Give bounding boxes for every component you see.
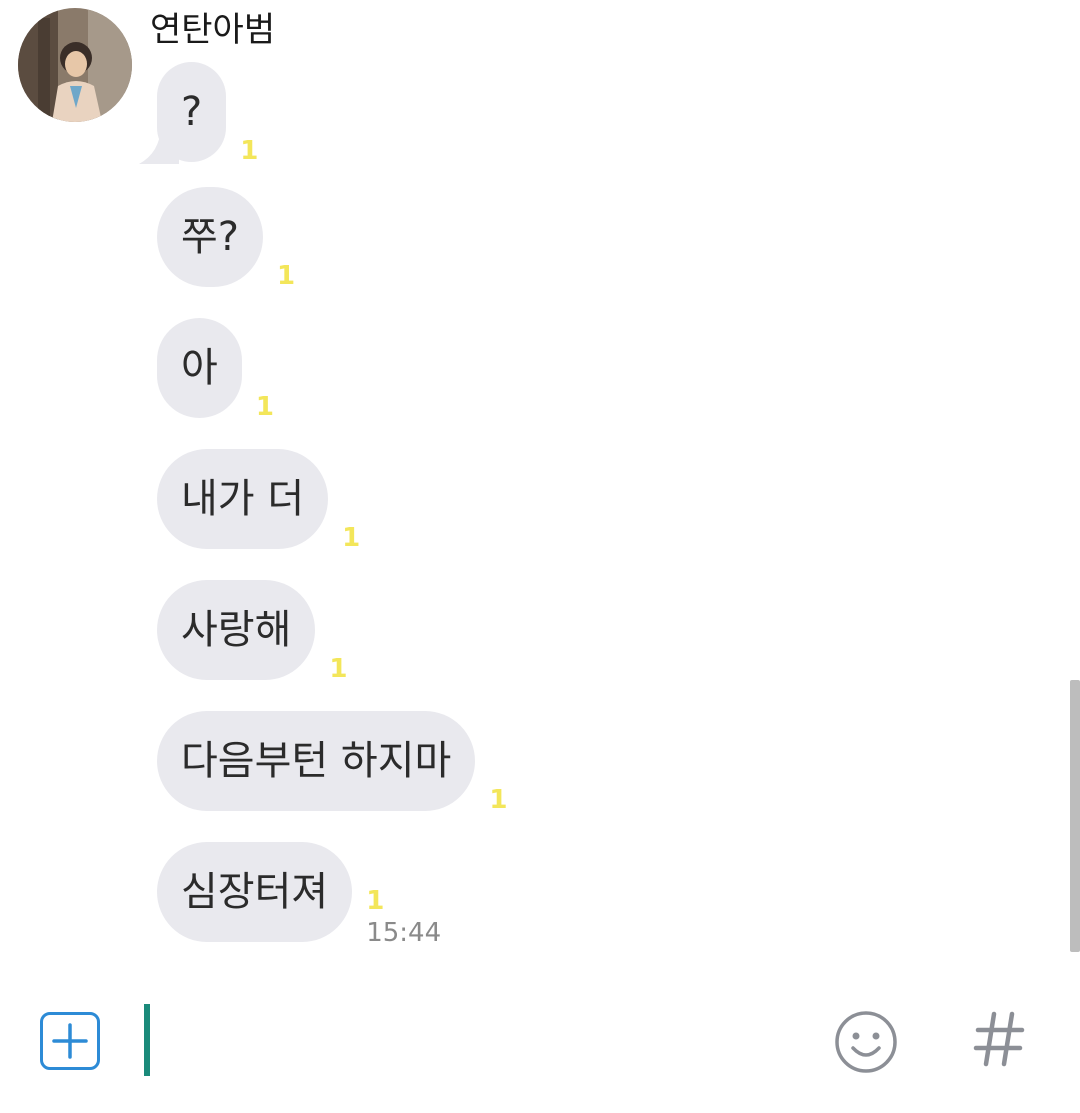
message-meta: 1 xyxy=(342,523,360,553)
message-text: 내가 더 xyxy=(181,476,305,522)
unread-count: 1 xyxy=(240,136,259,166)
message-timestamp: 15:44 xyxy=(366,918,442,948)
plus-square-icon xyxy=(52,1023,88,1059)
message-bubble[interactable]: 심장터져 xyxy=(157,842,353,942)
message-bubble[interactable]: 내가 더 xyxy=(157,449,329,549)
bubble-tail xyxy=(139,124,179,164)
attach-button[interactable] xyxy=(40,1012,100,1070)
message-row: 내가 더 1 xyxy=(157,449,360,553)
message-text: 쭈? xyxy=(181,214,240,260)
sender-avatar[interactable] xyxy=(18,8,132,122)
message-row: ? 1 xyxy=(139,62,258,166)
unread-count: 1 xyxy=(255,392,274,422)
message-row: 아 1 xyxy=(157,318,274,422)
message-meta: 1 xyxy=(240,136,258,166)
message-row: 쭈? 1 xyxy=(157,187,295,291)
sender-name: 연탄아범 xyxy=(150,10,276,50)
message-meta: 1 xyxy=(329,654,347,684)
message-list[interactable]: 연탄아범 ? 1 쭈? 1 아 1 내가 더 1 사랑해 1 다음부턴 하지마 … xyxy=(0,0,1060,980)
message-text: ? xyxy=(181,89,203,135)
message-text: 심장터져 xyxy=(181,869,329,915)
message-bubble[interactable]: 아 xyxy=(157,318,242,418)
message-text: 다음부턴 하지마 xyxy=(181,738,452,784)
scrollbar[interactable] xyxy=(1070,680,1080,952)
message-meta: 1 15:44 xyxy=(366,886,441,948)
message-bubble[interactable]: 쭈? xyxy=(157,187,264,287)
emoji-button[interactable] xyxy=(834,1010,898,1074)
message-meta: 1 xyxy=(256,392,274,422)
hashtag-button[interactable] xyxy=(972,1008,1026,1070)
message-meta: 1 xyxy=(277,261,295,291)
unread-count: 1 xyxy=(489,785,508,815)
message-row: 사랑해 1 xyxy=(157,580,348,684)
message-meta: 1 xyxy=(489,785,507,815)
message-row: 다음부턴 하지마 1 xyxy=(157,711,507,815)
unread-count: 1 xyxy=(329,654,348,684)
chat-screen: 연탄아범 ? 1 쭈? 1 아 1 내가 더 1 사랑해 1 다음부턴 하지마 … xyxy=(0,0,1080,1113)
hashtag-icon xyxy=(973,1011,1025,1067)
message-text: 아 xyxy=(181,345,218,391)
smiley-icon xyxy=(835,1011,897,1073)
message-bubble[interactable]: 다음부턴 하지마 xyxy=(157,711,476,811)
message-input[interactable] xyxy=(144,1004,804,1076)
message-bubble[interactable]: ? xyxy=(139,62,227,164)
unread-count: 1 xyxy=(366,886,385,916)
message-text: 사랑해 xyxy=(181,607,292,653)
unread-count: 1 xyxy=(342,523,361,553)
message-bubble[interactable]: 사랑해 xyxy=(157,580,316,680)
input-bar xyxy=(0,990,1080,1113)
text-caret xyxy=(144,1004,150,1076)
message-row: 심장터져 1 15:44 xyxy=(157,842,441,948)
unread-count: 1 xyxy=(277,261,296,291)
